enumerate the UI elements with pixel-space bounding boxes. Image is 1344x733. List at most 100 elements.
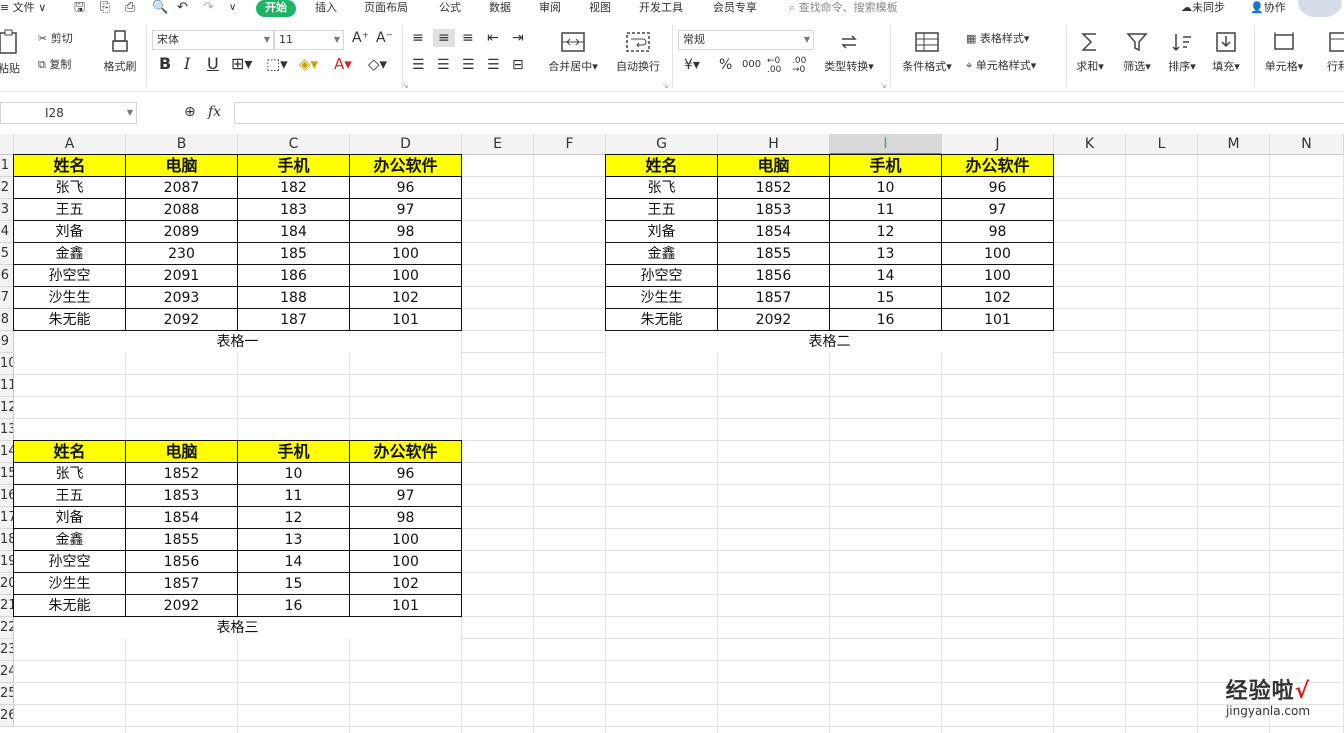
row-header-25[interactable]: 25 [0, 683, 14, 705]
table-cell[interactable]: 金鑫 [14, 243, 126, 265]
column-header-g[interactable]: G [606, 134, 718, 155]
column-header-h[interactable]: H [718, 134, 830, 155]
table-cell[interactable]: 1856 [718, 265, 830, 287]
formula-input[interactable] [234, 102, 1344, 124]
row-header-11[interactable]: 11 [0, 375, 14, 397]
column-header-m[interactable]: M [1198, 134, 1270, 155]
table-cell[interactable]: 10 [830, 177, 942, 199]
row-header-2[interactable]: 2 [0, 177, 14, 199]
table-cell[interactable]: 97 [350, 199, 462, 221]
thousands-button[interactable]: 000 [742, 58, 761, 72]
column-header-b[interactable]: B [126, 134, 238, 155]
table-cell[interactable]: 2092 [126, 595, 238, 617]
table-cell[interactable]: 王五 [14, 485, 126, 507]
table-cell[interactable]: 张飞 [14, 177, 126, 199]
indent-icon[interactable]: ⇥ [512, 31, 524, 45]
eraser-icon[interactable]: ◇▾ [368, 57, 387, 72]
table-cell[interactable]: 1854 [718, 221, 830, 243]
row-header-18[interactable]: 18 [0, 529, 14, 551]
table-cell[interactable]: 金鑫 [14, 529, 126, 551]
table-cell[interactable]: 182 [238, 177, 350, 199]
table-header-cell[interactable]: 电脑 [126, 441, 238, 463]
command-search[interactable]: ⌕ 查找命令、搜索模板 [789, 0, 898, 17]
format-painter-button[interactable]: 格式刷 [100, 29, 140, 74]
table-cell[interactable]: 13 [238, 529, 350, 551]
save-icon[interactable]: 🖫 [74, 0, 85, 17]
column-header-c[interactable]: C [238, 134, 350, 155]
table-style-button[interactable]: ▦ 表格样式▾ [966, 32, 1029, 46]
currency-button[interactable]: ¥▾ [684, 58, 700, 72]
conditional-format-button[interactable]: 条件格式▾ [897, 31, 957, 74]
table-cell[interactable]: 102 [350, 573, 462, 595]
row-header-13[interactable]: 13 [0, 419, 14, 441]
table-cell[interactable]: 2093 [126, 287, 238, 309]
table-cell[interactable]: 孙空空 [14, 265, 126, 287]
italic-button[interactable]: I [184, 56, 190, 72]
table-cell[interactable]: 102 [942, 287, 1054, 309]
row-header-1[interactable]: 1 [0, 155, 14, 177]
table-cell[interactable]: 孙空空 [14, 551, 126, 573]
row-header-17[interactable]: 17 [0, 507, 14, 529]
table-cell[interactable]: 100 [942, 243, 1054, 265]
increase-decimal-icon[interactable]: ←0.00 [767, 57, 781, 75]
decrease-decimal-icon[interactable]: .00 →0 [792, 57, 806, 75]
justify-icon[interactable]: ☰ [487, 58, 500, 72]
select-all-corner[interactable] [0, 134, 14, 155]
print-icon[interactable]: ⎙ [125, 0, 135, 17]
tab-developer[interactable]: 开发工具 [639, 0, 683, 17]
cut-button[interactable]: ✂ 剪切 [38, 32, 73, 46]
column-header-i[interactable]: I [830, 134, 942, 155]
table-cell[interactable]: 96 [942, 177, 1054, 199]
table-caption[interactable]: 表格二 [606, 331, 1053, 353]
table-cell[interactable]: 沙生生 [14, 287, 126, 309]
table-cell[interactable]: 15 [830, 287, 942, 309]
copy-button[interactable]: ⧉ 复制 [38, 58, 71, 72]
name-box[interactable]: I28 ▼ [0, 102, 137, 124]
table-cell[interactable]: 1857 [126, 573, 238, 595]
table-cell[interactable]: 185 [238, 243, 350, 265]
row-header-20[interactable]: 20 [0, 573, 14, 595]
table-cell[interactable]: 16 [830, 309, 942, 331]
row-header-5[interactable]: 5 [0, 243, 14, 265]
table-header-cell[interactable]: 手机 [238, 441, 350, 463]
align-right-icon[interactable]: ☰ [462, 58, 475, 72]
table-cell[interactable]: 2091 [126, 265, 238, 287]
column-header-k[interactable]: K [1054, 134, 1126, 155]
table-cell[interactable]: 1852 [718, 177, 830, 199]
table-header-cell[interactable]: 手机 [238, 155, 350, 177]
border-icon[interactable]: ⊞▾ [231, 56, 252, 72]
row-header-24[interactable]: 24 [0, 661, 14, 683]
sync-status[interactable]: ☁未同步 [1181, 0, 1225, 17]
column-header-a[interactable]: A [14, 134, 126, 155]
table-cell[interactable]: 100 [350, 265, 462, 287]
table-cell[interactable]: 14 [830, 265, 942, 287]
table-caption[interactable]: 表格一 [14, 331, 461, 353]
table-cell[interactable]: 102 [350, 287, 462, 309]
table-cell[interactable]: 12 [238, 507, 350, 529]
tab-page-layout[interactable]: 页面布局 [364, 0, 408, 17]
table-cell[interactable]: 2089 [126, 221, 238, 243]
table-cell[interactable]: 1856 [126, 551, 238, 573]
table-cell[interactable]: 186 [238, 265, 350, 287]
table-cell[interactable]: 刘备 [14, 221, 126, 243]
decrease-font-icon[interactable]: A⁻ [376, 31, 393, 45]
table-cell[interactable]: 张飞 [14, 463, 126, 485]
merge-center-button[interactable]: 合并居中▾ [542, 31, 604, 74]
row-header-8[interactable]: 8 [0, 309, 14, 331]
filter-button[interactable]: 筛选▾ [1117, 31, 1157, 74]
table-cell[interactable]: 98 [350, 221, 462, 243]
table-cell[interactable]: 2092 [718, 309, 830, 331]
fx-icon[interactable]: fx [208, 105, 221, 119]
tab-home[interactable]: 开始 [256, 0, 296, 17]
table-header-cell[interactable]: 电脑 [718, 155, 830, 177]
table-cell[interactable]: 1852 [126, 463, 238, 485]
table-cell[interactable]: 101 [350, 309, 462, 331]
table-cell[interactable]: 10 [238, 463, 350, 485]
column-header-l[interactable]: L [1126, 134, 1198, 155]
wrap-text-button[interactable]: 自动换行 [612, 31, 664, 74]
table-cell[interactable]: 2092 [126, 309, 238, 331]
tab-data[interactable]: 数据 [489, 0, 511, 17]
table-cell[interactable]: 朱无能 [14, 309, 126, 331]
table-cell[interactable]: 1855 [126, 529, 238, 551]
row-header-12[interactable]: 12 [0, 397, 14, 419]
